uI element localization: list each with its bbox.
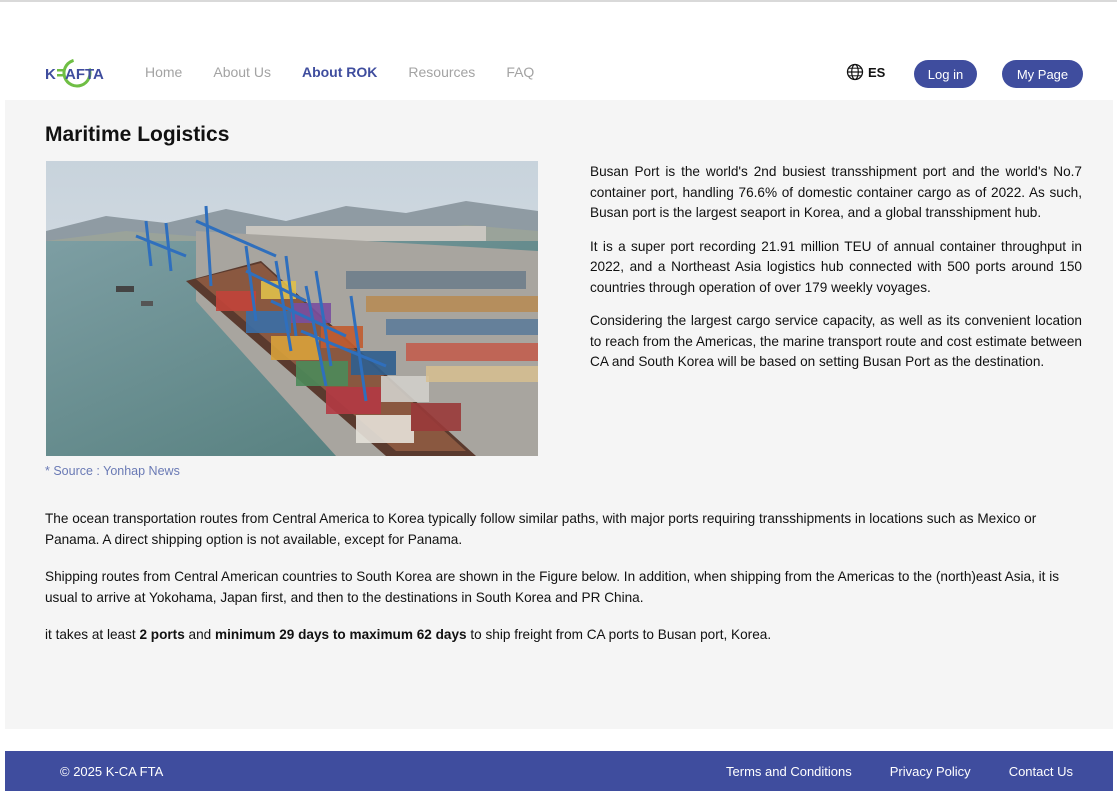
svg-text:AFTA: AFTA bbox=[65, 66, 104, 83]
description-paragraph: Considering the largest cargo service ca… bbox=[590, 313, 1082, 369]
port-photo-illustration bbox=[46, 161, 538, 456]
days-range-highlight: minimum 29 days to maximum 62 days bbox=[215, 627, 467, 642]
login-button[interactable]: Log in bbox=[914, 60, 977, 88]
copyright-text: © 2025 K-CA FTA bbox=[60, 764, 164, 779]
nav-faq[interactable]: FAQ bbox=[506, 64, 534, 80]
language-label: ES bbox=[868, 64, 886, 80]
nav-about-us[interactable]: About Us bbox=[213, 64, 271, 80]
ports-count-highlight: 2 ports bbox=[139, 627, 185, 642]
description-paragraph: It is a super port recording 21.91 milli… bbox=[590, 238, 1082, 295]
route-paragraph-2: Shipping routes from Central American co… bbox=[45, 569, 1060, 605]
contact-link[interactable]: Contact Us bbox=[1009, 764, 1073, 779]
route-text: it takes at least bbox=[45, 627, 140, 642]
main-nav: Home About Us About ROK Resources FAQ bbox=[145, 64, 565, 80]
globe-icon bbox=[846, 63, 864, 81]
route-paragraph-1: The ocean transportation routes from Cen… bbox=[45, 511, 1037, 547]
my-page-button[interactable]: My Page bbox=[1002, 60, 1083, 88]
nav-about-rok[interactable]: About ROK bbox=[302, 64, 377, 80]
page-title: Maritime Logistics bbox=[45, 123, 230, 146]
nav-resources[interactable]: Resources bbox=[408, 64, 475, 80]
image-source-caption: * Source : Yonhap News bbox=[45, 464, 180, 478]
nav-home[interactable]: Home bbox=[145, 64, 182, 80]
language-selector[interactable]: ES bbox=[846, 63, 885, 81]
site-footer: © 2025 K-CA FTA Terms and Conditions Pri… bbox=[5, 751, 1113, 791]
route-text: to ship freight from CA ports to Busan p… bbox=[466, 627, 772, 642]
footer-links: Terms and Conditions Privacy Policy Cont… bbox=[726, 764, 1073, 779]
description-paragraph: Busan Port is the world's 2nd busiest tr… bbox=[590, 164, 1082, 220]
route-details: The ocean transportation routes from Cen… bbox=[45, 508, 1085, 661]
privacy-link[interactable]: Privacy Policy bbox=[890, 764, 971, 779]
port-description: Busan Port is the world's 2nd busiest tr… bbox=[590, 162, 1082, 386]
route-text: and bbox=[184, 627, 216, 642]
main-content: Maritime Logistics * Source: Yonhap New… bbox=[5, 100, 1113, 729]
site-header: K AFTA Home About Us About ROK Resources… bbox=[0, 46, 1117, 100]
terms-link[interactable]: Terms and Conditions bbox=[726, 764, 852, 779]
svg-text:K: K bbox=[45, 66, 56, 83]
route-paragraph-3: it takes at least 2 ports and minimum 29… bbox=[45, 624, 1085, 645]
top-divider bbox=[0, 0, 1117, 2]
kcafta-logo-icon: K AFTA bbox=[45, 58, 104, 88]
busan-port-image bbox=[46, 161, 538, 456]
site-logo[interactable]: K AFTA bbox=[45, 53, 117, 93]
